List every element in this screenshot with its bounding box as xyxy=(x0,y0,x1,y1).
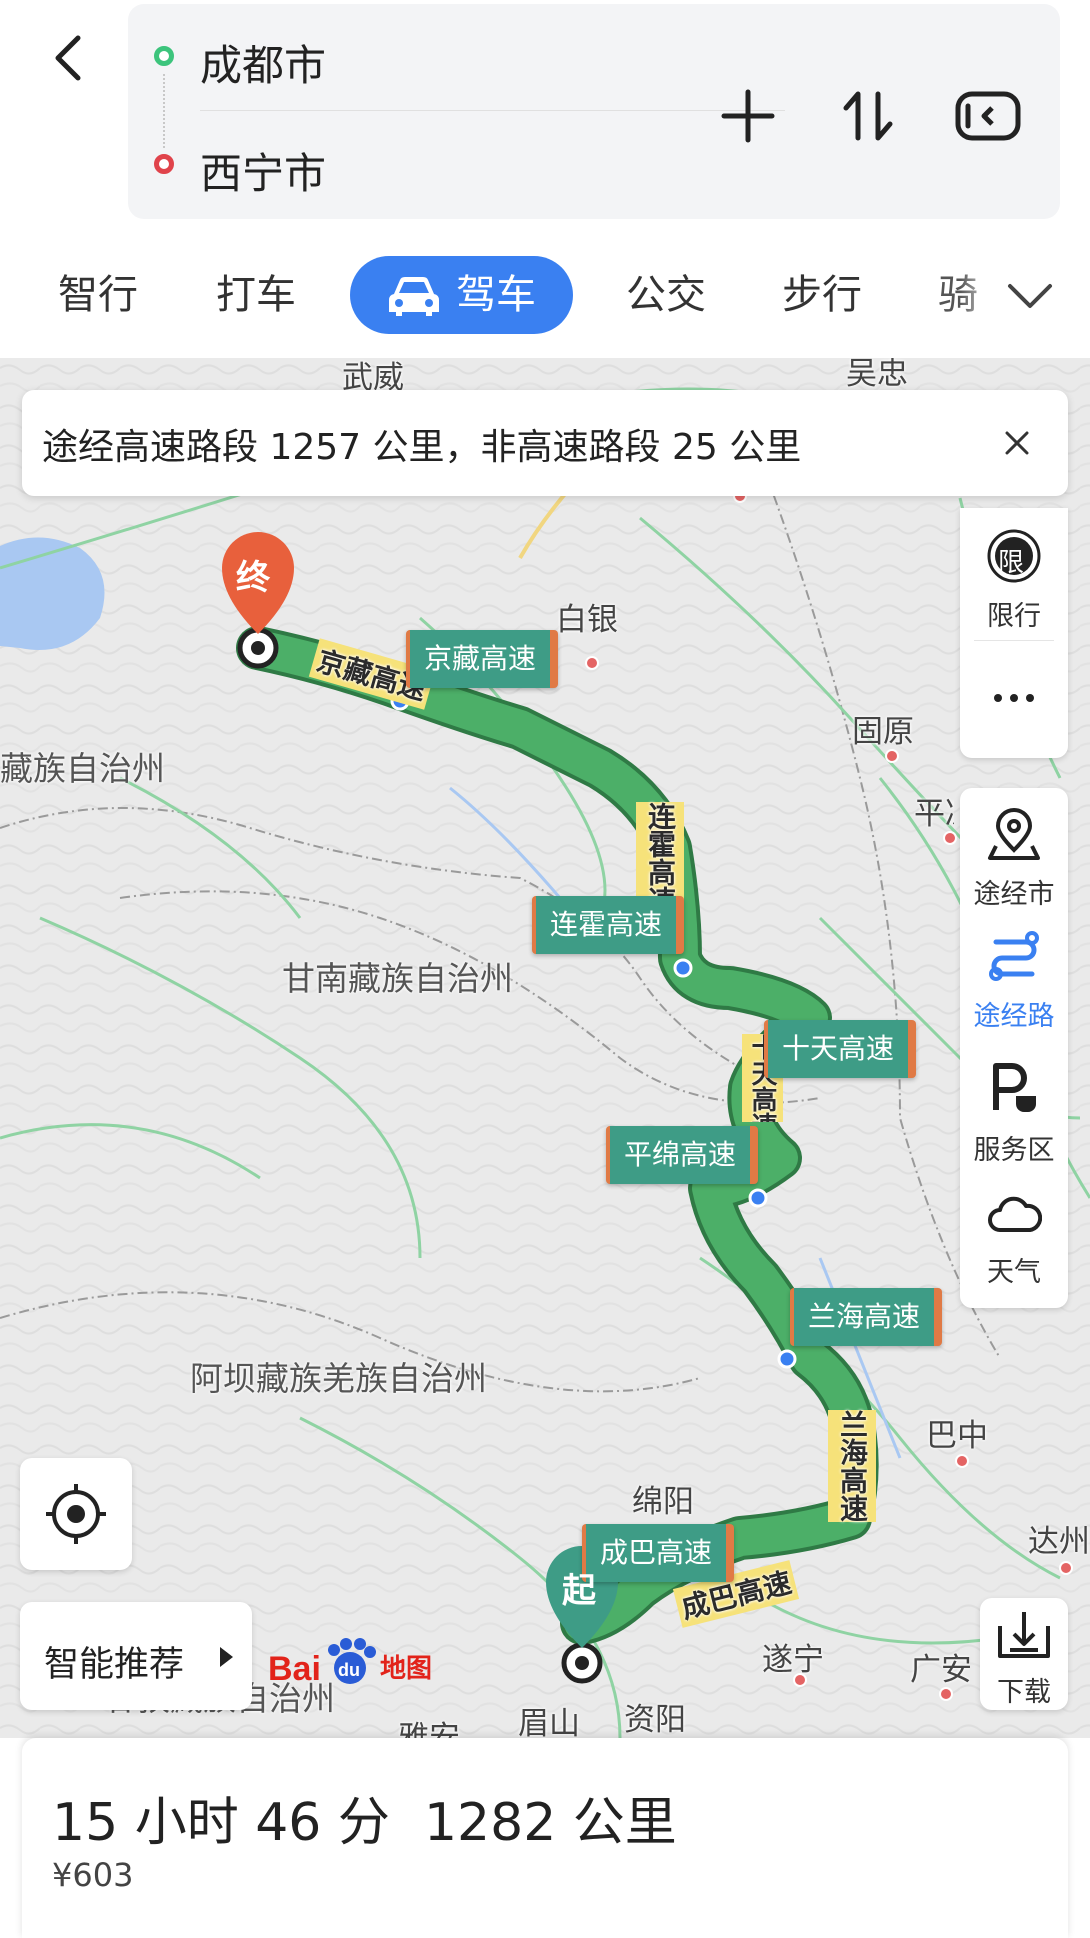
tab-bus[interactable]: 公交 xyxy=(626,256,706,334)
via-city-button[interactable]: 途经市 xyxy=(960,802,1068,912)
tab-smart[interactable]: 智行 xyxy=(58,256,138,334)
map-tools-panel-bottom: 途经市 途经路 服务区 天气 xyxy=(960,788,1068,1308)
map-terrain xyxy=(0,358,1090,1738)
car-icon xyxy=(389,277,439,316)
route-input-box: 成都市 西宁市 xyxy=(128,4,1060,219)
place-label: 资阳 xyxy=(624,1702,686,1738)
place-label: 眉山 xyxy=(518,1706,580,1738)
swap-vertical-icon xyxy=(843,91,893,141)
place-label: 绵阳 xyxy=(632,1484,694,1520)
toll-fee: ¥603 xyxy=(52,1856,134,1894)
end-marker[interactable]: 终 xyxy=(236,550,270,599)
end-dot-icon xyxy=(154,154,174,174)
divider xyxy=(200,110,785,111)
road-label[interactable]: 兰海高速 xyxy=(790,1288,943,1346)
service-area-label: 服务区 xyxy=(973,1135,1055,1166)
place-label: 平凉 xyxy=(914,796,954,832)
close-icon xyxy=(1005,431,1029,455)
end-location-input[interactable]: 西宁市 xyxy=(200,140,326,201)
place-label: 遂宁 xyxy=(762,1642,824,1678)
travel-mode-tabs: 智行 打车 驾车 公交 步行 骑 xyxy=(0,250,1090,340)
add-waypoint-button[interactable] xyxy=(708,76,788,156)
place-label: 白银 xyxy=(556,602,618,638)
road-label[interactable]: 京藏高速 xyxy=(406,630,559,688)
vr-preview-button[interactable] xyxy=(948,76,1028,156)
via-road-button[interactable]: 途经路 xyxy=(960,924,1068,1034)
trip-distance: 1282 公里 xyxy=(423,1793,677,1853)
smart-recommend-label: 智能推荐 xyxy=(44,1645,185,1685)
start-location-input[interactable]: 成都市 xyxy=(200,32,326,93)
back-button[interactable] xyxy=(40,28,100,88)
route-text-lanhai: 兰海高速 xyxy=(828,1410,876,1522)
trip-summary: 15 小时 46 分 1282 公里 xyxy=(52,1780,711,1855)
smart-recommend-button[interactable]: 智能推荐 xyxy=(20,1602,252,1710)
map-tools-panel-top: 限 限行 xyxy=(960,508,1068,758)
road-label[interactable]: 连霍高速 xyxy=(532,896,685,954)
tab-walk[interactable]: 步行 xyxy=(782,256,862,334)
route-summary-sheet[interactable]: 15 小时 46 分 1282 公里 ¥603 xyxy=(22,1738,1068,1938)
locate-button[interactable] xyxy=(20,1458,132,1570)
download-label: 下载 xyxy=(997,1677,1051,1708)
route-icon xyxy=(989,931,1039,981)
tab-drive-label: 驾车 xyxy=(456,272,536,318)
close-notice-button[interactable] xyxy=(992,418,1042,468)
place-label: 吴忠 xyxy=(846,358,908,392)
more-tools-button[interactable] xyxy=(960,658,1068,738)
svg-text:du: du xyxy=(338,1660,360,1680)
place-label: 广安 xyxy=(910,1652,970,1688)
logo-text: 地图 xyxy=(380,1654,433,1684)
start-dot-icon xyxy=(154,46,174,66)
svg-text:Bai: Bai xyxy=(268,1650,321,1688)
divider xyxy=(974,640,1054,641)
place-label: 雅安 xyxy=(398,1720,460,1738)
chevron-left-icon xyxy=(55,35,81,81)
weather-button[interactable]: 天气 xyxy=(960,1184,1068,1294)
place-label: 达州 xyxy=(1028,1524,1090,1560)
start-marker[interactable]: 起 xyxy=(562,1563,596,1612)
tabs-fade xyxy=(960,250,1000,340)
place-label: 藏族自治州 xyxy=(0,749,165,788)
tab-drive[interactable]: 驾车 xyxy=(350,256,573,334)
restriction-button[interactable]: 限 限行 xyxy=(960,522,1068,632)
more-modes-button[interactable] xyxy=(1000,270,1060,320)
map-view[interactable]: 京藏高速 连霍高速 兰海高速 成巴高速 十天高速 武威 吴忠 白银 固原 平凉 … xyxy=(0,358,1090,1738)
baidu-map-logo: Bai du 地图 xyxy=(268,1636,448,1696)
download-button[interactable]: 下载 xyxy=(980,1598,1068,1710)
road-label[interactable]: 十天高速 xyxy=(764,1020,917,1078)
route-connector xyxy=(163,74,165,148)
place-label: 巴中 xyxy=(926,1418,988,1454)
map-pin-icon xyxy=(988,808,1040,860)
triangle-right-icon xyxy=(220,1647,233,1667)
road-label[interactable]: 平绵高速 xyxy=(606,1126,759,1184)
highway-notice-banner: 途经高速路段 1257 公里，非高速路段 25 公里 xyxy=(22,390,1068,496)
swap-route-button[interactable] xyxy=(828,76,908,156)
service-area-icon xyxy=(993,1063,1036,1112)
vr-headset-icon xyxy=(955,91,1021,141)
more-dots-icon xyxy=(994,694,1034,702)
via-city-label: 途经市 xyxy=(973,879,1055,910)
highway-notice-text: 途经高速路段 1257 公里，非高速路段 25 公里 xyxy=(42,427,802,468)
download-icon xyxy=(998,1612,1050,1658)
trip-duration: 15 小时 46 分 xyxy=(52,1793,390,1853)
restriction-label: 限行 xyxy=(987,601,1041,632)
via-road-label: 途经路 xyxy=(973,1001,1055,1032)
locate-icon xyxy=(46,1484,106,1544)
place-label: 阿坝藏族羌族自治州 xyxy=(190,1359,487,1398)
place-label: 甘南藏族自治州 xyxy=(282,959,513,998)
place-label: 固原 xyxy=(852,714,914,750)
plus-icon xyxy=(721,89,775,143)
cloud-icon xyxy=(988,1196,1042,1232)
service-area-button[interactable]: 服务区 xyxy=(960,1058,1068,1168)
tab-taxi[interactable]: 打车 xyxy=(216,256,296,334)
route-header: 成都市 西宁市 xyxy=(0,0,1090,225)
chevron-down-icon xyxy=(1008,284,1052,308)
weather-label: 天气 xyxy=(987,1257,1041,1288)
restriction-glyph: 限 xyxy=(998,548,1025,578)
road-label[interactable]: 成巴高速 xyxy=(582,1524,735,1582)
